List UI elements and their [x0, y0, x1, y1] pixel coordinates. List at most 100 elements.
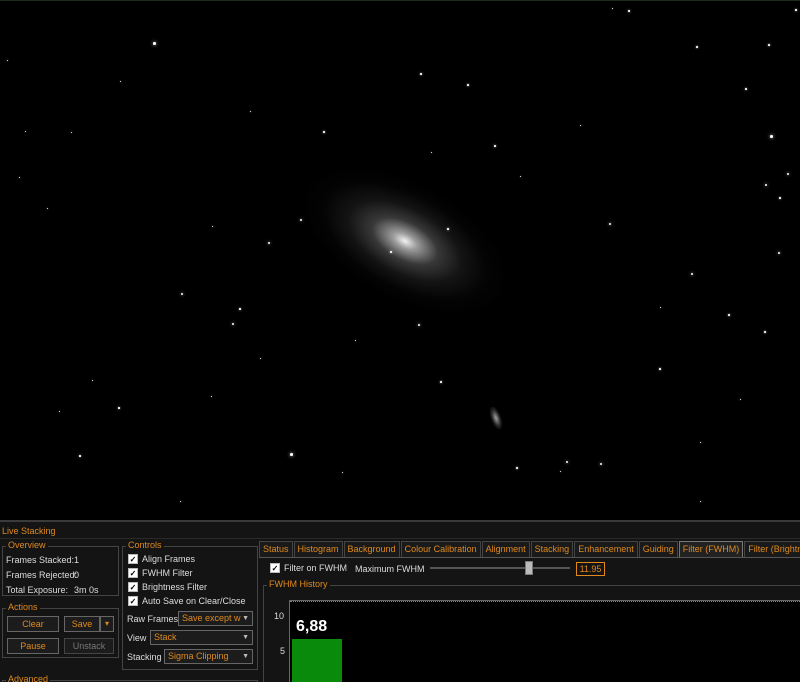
star	[745, 88, 747, 90]
star	[7, 60, 8, 61]
view-value: Stack	[154, 632, 177, 642]
panel-title: Live Stacking	[2, 526, 56, 536]
star	[765, 184, 767, 186]
star	[118, 407, 120, 409]
star	[268, 242, 270, 244]
checkbox-check-icon: ✓	[128, 554, 138, 564]
raw-frames-value: Save except w	[182, 613, 241, 623]
star	[290, 453, 293, 456]
star	[770, 135, 773, 138]
align-frames-checkbox[interactable]: ✓ Align Frames	[128, 554, 195, 564]
fwhm-history-label: FWHM History	[267, 579, 330, 589]
star	[691, 273, 693, 275]
star	[342, 472, 343, 473]
controls-group: Controls ✓ Align Frames ✓ FWHM Filter ✓ …	[122, 540, 258, 670]
star	[19, 177, 20, 178]
checkbox-check-icon: ✓	[128, 596, 138, 606]
star	[494, 145, 496, 147]
star	[25, 131, 26, 132]
controls-label: Controls	[126, 540, 164, 550]
overview-label: Overview	[6, 540, 48, 550]
auto-save-checkbox[interactable]: ✓ Auto Save on Clear/Close	[128, 596, 246, 606]
tab-guiding[interactable]: Guiding	[638, 541, 678, 557]
star	[516, 467, 518, 469]
star	[779, 197, 781, 199]
clear-button[interactable]: Clear	[7, 616, 59, 632]
filter-on-fwhm-checkbox[interactable]: ✓ Filter on FWHM	[270, 563, 347, 573]
star	[795, 9, 797, 11]
maximum-fwhm-label: Maximum FWHM	[355, 564, 425, 574]
star	[440, 381, 442, 383]
stacking-select[interactable]: Sigma Clipping ▼	[164, 649, 253, 664]
frames-stacked-value: 1	[74, 555, 80, 565]
tab-filter-fwhm[interactable]: Filter (FWHM)	[678, 541, 744, 557]
pause-button[interactable]: Pause	[7, 638, 59, 654]
star	[153, 42, 156, 45]
star	[79, 455, 81, 457]
star	[787, 173, 789, 175]
star	[612, 8, 613, 9]
stack-image-view[interactable]	[0, 0, 800, 520]
star	[659, 368, 661, 370]
raw-frames-select[interactable]: Save except w ▼	[178, 611, 253, 626]
checkbox-check-icon: ✓	[128, 568, 138, 578]
actions-group: Actions Clear Save ▾ Pause Unstack	[2, 602, 119, 658]
chevron-down-icon: ▼	[242, 615, 249, 622]
star	[250, 111, 251, 112]
frames-rejected-label: Frames Rejected:	[6, 570, 78, 580]
star	[768, 44, 770, 46]
star	[323, 131, 325, 133]
view-select[interactable]: Stack ▼	[150, 630, 253, 645]
tab-filter-brightness[interactable]: Filter (Brightness	[744, 541, 800, 557]
star	[609, 223, 611, 225]
checkbox-label: FWHM Filter	[142, 568, 193, 578]
star	[696, 46, 698, 48]
tab-enhancement[interactable]: Enhancement	[574, 541, 638, 557]
raw-frames-label: Raw Frames	[127, 614, 179, 624]
maximum-fwhm-slider-track[interactable]	[430, 567, 570, 569]
fwhm-history-chart: 10 5 6,88	[274, 600, 800, 682]
checkbox-check-icon: ✓	[128, 582, 138, 592]
star	[700, 442, 701, 443]
star	[390, 251, 392, 253]
frames-stacked-label: Frames Stacked:	[6, 555, 75, 565]
save-dropdown-button[interactable]: ▾	[100, 616, 114, 632]
star	[740, 399, 741, 400]
tab-background[interactable]: Background	[343, 541, 400, 557]
tab-bar: Status Histogram Background Colour Calibrat…	[259, 541, 800, 557]
star	[420, 73, 422, 75]
tab-stacking[interactable]: Stacking	[530, 541, 574, 557]
tab-alignment[interactable]: Alignment	[481, 541, 530, 557]
star	[355, 340, 356, 341]
tab-status[interactable]: Status	[259, 541, 293, 557]
star	[181, 293, 183, 295]
maximum-fwhm-slider-thumb[interactable]	[525, 561, 534, 575]
maximum-fwhm-value[interactable]: 11.95	[576, 562, 605, 576]
overview-group: Overview Frames Stacked: 1 Frames Reject…	[2, 540, 119, 596]
star	[120, 81, 121, 82]
star	[566, 461, 568, 463]
checkbox-label: Brightness Filter	[142, 582, 208, 592]
unstack-button[interactable]: Unstack	[64, 638, 114, 654]
star	[600, 463, 602, 465]
star	[447, 228, 449, 230]
chart-threshold-line	[290, 601, 800, 602]
brightness-filter-checkbox[interactable]: ✓ Brightness Filter	[128, 582, 207, 592]
tab-histogram[interactable]: Histogram	[293, 541, 343, 557]
star	[580, 125, 581, 126]
star	[59, 411, 60, 412]
fwhm-filter-checkbox[interactable]: ✓ FWHM Filter	[128, 568, 193, 578]
star	[418, 324, 420, 326]
stacking-label: Stacking	[127, 652, 162, 662]
tab-colour-calibration[interactable]: Colour Calibration	[400, 541, 481, 557]
save-button[interactable]: Save	[64, 616, 100, 632]
star	[239, 308, 241, 310]
live-stacking-panel: Live Stacking Overview Frames Stacked: 1…	[0, 520, 800, 682]
star	[232, 323, 234, 325]
actions-label: Actions	[6, 602, 40, 612]
star	[47, 208, 48, 209]
fwhm-history-group: FWHM History 10 5 6,88	[263, 579, 800, 682]
star	[728, 314, 730, 316]
star	[212, 226, 213, 227]
star	[71, 132, 72, 133]
